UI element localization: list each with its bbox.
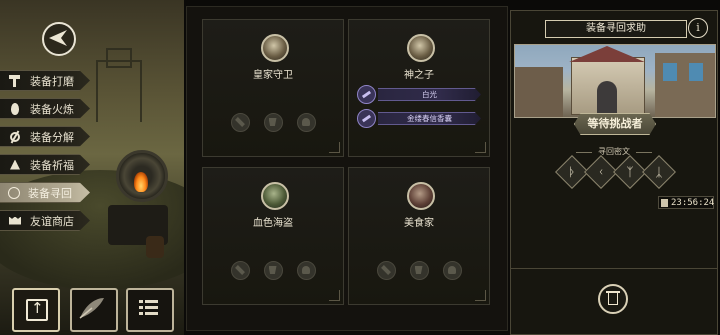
armor-slot-icon[interactable] (263, 261, 283, 280)
equipped-item-row[interactable]: 白光 (357, 85, 481, 104)
player-name: 皇家守卫 (253, 70, 293, 81)
equipment-slots (203, 261, 343, 280)
player-name: 美食家 (404, 218, 434, 229)
rune-glyph: ᛉ (626, 165, 634, 179)
helmet-slot-icon[interactable] (296, 261, 316, 280)
town-banner-image (514, 44, 716, 118)
watchtower-shape (96, 48, 142, 122)
equipped-item-name: 金缕春信香囊 (378, 112, 481, 125)
equipped-item-row[interactable]: 金缕春信香囊 (357, 109, 481, 128)
fire-shape (134, 172, 148, 192)
panel-title: 装备寻回求助 (545, 20, 687, 38)
rune-slot[interactable]: ᛣ (642, 155, 676, 189)
rune-glyph: ᛣ (655, 165, 663, 179)
list-icon (139, 300, 158, 315)
divider (510, 268, 718, 269)
retrieve-help-panel: 装备寻回求助 i 等待挑战者 寻回密文 ᚦ ᚲ ᛉ ᛣ 23:56:24 (510, 10, 720, 335)
cipher-runes: ᚦ ᚲ ᛉ ᛣ (555, 155, 676, 189)
upload-icon (26, 299, 48, 321)
cipher-label: 寻回密文 (510, 146, 718, 157)
sachet-icon (357, 109, 376, 128)
shop-icon (8, 214, 22, 228)
gourmet-avatar (407, 182, 435, 210)
feather-icon (79, 298, 104, 319)
sword-slot-icon[interactable] (230, 261, 250, 280)
menu-item-label: 装备打磨 (30, 74, 74, 88)
armor-slot-icon[interactable] (409, 261, 429, 280)
player-card-son-of-god[interactable]: 神之子 白光 金缕春信香囊 (348, 19, 490, 157)
barrel-shape (146, 236, 164, 258)
list-button[interactable] (126, 288, 174, 332)
countdown-timer: 23:56:24 (658, 196, 714, 209)
menu-item-bless[interactable]: 装备祈福 (0, 154, 90, 175)
player-name: 神之子 (404, 70, 434, 81)
player-name: 血色海盗 (253, 218, 293, 229)
quill-button[interactable] (70, 288, 118, 332)
door-shape (597, 81, 617, 113)
status-plate: 等待挑战者 (574, 113, 656, 135)
forge-menu: 装备打磨 装备火炼 装备分解 装备祈福 装备寻回 友谊商店 (0, 70, 100, 238)
pray-icon (8, 158, 22, 172)
back-arrow-icon (49, 30, 67, 46)
menu-item-label: 装备分解 (30, 130, 74, 144)
armor-slot-icon[interactable] (263, 113, 283, 132)
menu-item-friend-shop[interactable]: 友谊商店 (0, 210, 90, 231)
player-card-blood-pirate[interactable]: 血色海盗 (202, 167, 344, 305)
equipment-slots (203, 113, 343, 132)
menu-item-label: 装备火炼 (30, 102, 74, 116)
menu-item-label: 友谊商店 (30, 214, 74, 228)
split-icon (8, 130, 22, 144)
player-card-royal-guard[interactable]: 皇家守卫 (202, 19, 344, 157)
rune-glyph: ᚲ (597, 165, 605, 179)
flame-icon (8, 102, 22, 116)
equipment-slots (349, 261, 489, 280)
menu-item-label: 装备祈福 (30, 158, 74, 172)
menu-item-retrieve[interactable]: 装备寻回 (0, 182, 90, 203)
trash-button[interactable] (598, 284, 628, 314)
helmet-avatar (407, 34, 435, 62)
player-cards-panel: 皇家守卫 神之子 白光 金缕春信香囊 血色海盗 美食家 (186, 6, 508, 331)
sword-slot-icon[interactable] (230, 113, 250, 132)
info-button[interactable]: i (688, 18, 708, 38)
equipped-item-name: 白光 (378, 88, 481, 101)
building-shape (655, 53, 715, 117)
pirate-avatar (261, 182, 289, 210)
building-shape (515, 67, 563, 117)
helmet-slot-icon[interactable] (296, 113, 316, 132)
rune-glyph: ᚦ (568, 165, 576, 179)
search-icon (8, 186, 20, 199)
menu-item-polish[interactable]: 装备打磨 (0, 70, 90, 91)
player-card-gourmet[interactable]: 美食家 (348, 167, 490, 305)
sword-icon (357, 85, 376, 104)
knight-avatar (261, 34, 289, 62)
menu-item-fire-refine[interactable]: 装备火炼 (0, 98, 90, 119)
upload-button[interactable] (12, 288, 60, 332)
sword-slot-icon[interactable] (376, 261, 396, 280)
helmet-slot-icon[interactable] (442, 261, 462, 280)
back-button[interactable] (42, 22, 76, 56)
menu-item-label: 装备寻回 (28, 186, 72, 200)
menu-item-decompose[interactable]: 装备分解 (0, 126, 90, 147)
hammer-icon (8, 74, 22, 88)
